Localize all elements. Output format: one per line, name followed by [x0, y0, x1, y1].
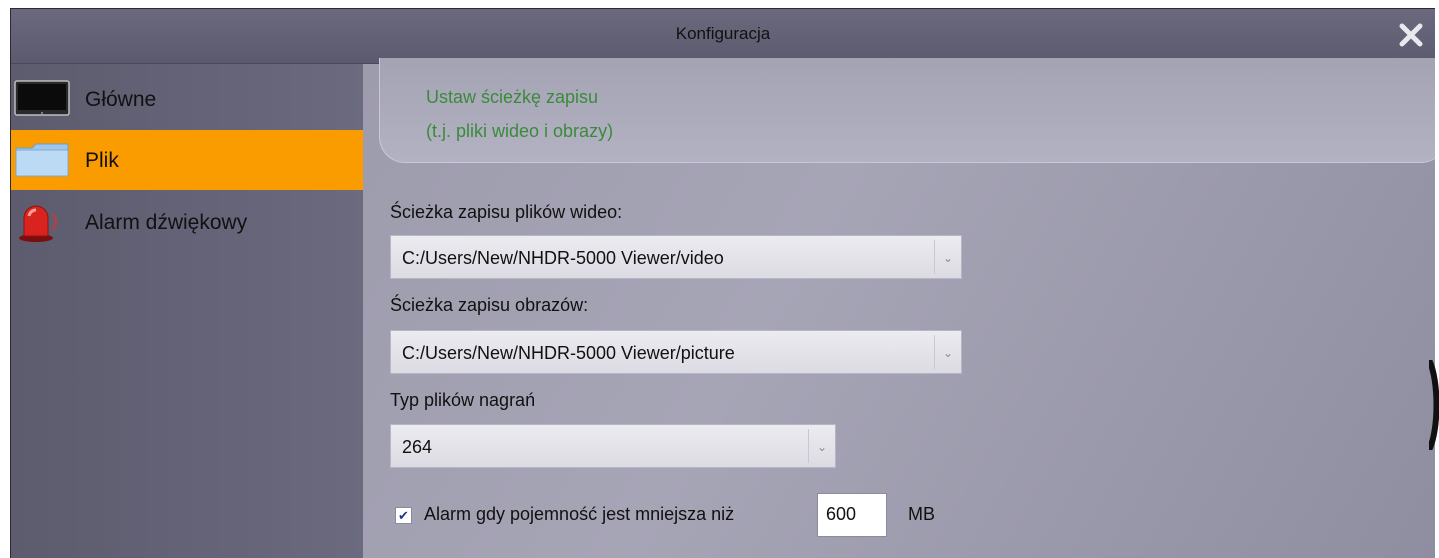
- header-title: Ustaw ścieżkę zapisu: [426, 87, 599, 107]
- section-header: Ustaw ścieżkę zapisu (t.j. pliki wideo i…: [379, 58, 1435, 163]
- record-type-select[interactable]: 264 ⌄: [390, 424, 836, 468]
- video-path-label: Ścieżka zapisu plików wideo:: [390, 202, 623, 222]
- picture-path-label: Ścieżka zapisu obrazów:: [390, 295, 589, 315]
- header-subtitle: (t.j. pliki wideo i obrazy): [426, 121, 614, 141]
- video-path-value: C:/Users/New/NHDR-5000 Viewer/video: [402, 248, 724, 268]
- folder-icon: [15, 143, 69, 177]
- sidebar-item-label: Alarm dźwiękowy: [85, 211, 248, 234]
- sidebar-item-plik[interactable]: Plik: [11, 130, 363, 190]
- title-bar: Konfiguracja: [11, 9, 1435, 64]
- sidebar-item-label: Główne: [85, 88, 157, 111]
- picture-path-value: C:/Users/New/NHDR-5000 Viewer/picture: [402, 343, 735, 363]
- window-title: Konfiguracja: [675, 24, 771, 43]
- chevron-down-icon[interactable]: ⌄: [808, 429, 835, 463]
- alarm-capacity-unit: MB: [908, 504, 935, 524]
- video-path-select[interactable]: C:/Users/New/NHDR-5000 Viewer/video ⌄: [390, 235, 962, 279]
- configuration-window: Konfiguracja Główne Plik Alarm dźwiękowy…: [10, 8, 1435, 558]
- record-type-label: Typ plików nagrań: [390, 390, 536, 410]
- sidebar-item-alarm[interactable]: Alarm dźwiękowy: [11, 192, 363, 252]
- close-button[interactable]: [1393, 17, 1429, 53]
- chevron-down-icon[interactable]: ⌄: [934, 335, 961, 369]
- chevron-down-icon[interactable]: ⌄: [934, 240, 961, 274]
- settings-panel: Ustaw ścieżkę zapisu (t.j. pliki wideo i…: [363, 58, 1435, 558]
- alarm-capacity-checkbox[interactable]: ✔: [395, 507, 412, 524]
- picture-path-select[interactable]: C:/Users/New/NHDR-5000 Viewer/picture ⌄: [390, 330, 962, 374]
- close-icon: [1399, 23, 1423, 47]
- alarm-siren-icon: [19, 205, 57, 242]
- edge-fragment: [1429, 360, 1439, 450]
- monitor-icon: [14, 80, 70, 116]
- sidebar-item-glowne[interactable]: Główne: [11, 69, 363, 129]
- alarm-capacity-input[interactable]: 600: [817, 493, 887, 537]
- sidebar-item-label: Plik: [85, 149, 119, 172]
- sidebar: Główne Plik Alarm dźwiękowy: [11, 64, 363, 558]
- record-type-value: 264: [402, 437, 433, 457]
- alarm-capacity-label: Alarm gdy pojemność jest mniejsza niż: [424, 504, 735, 524]
